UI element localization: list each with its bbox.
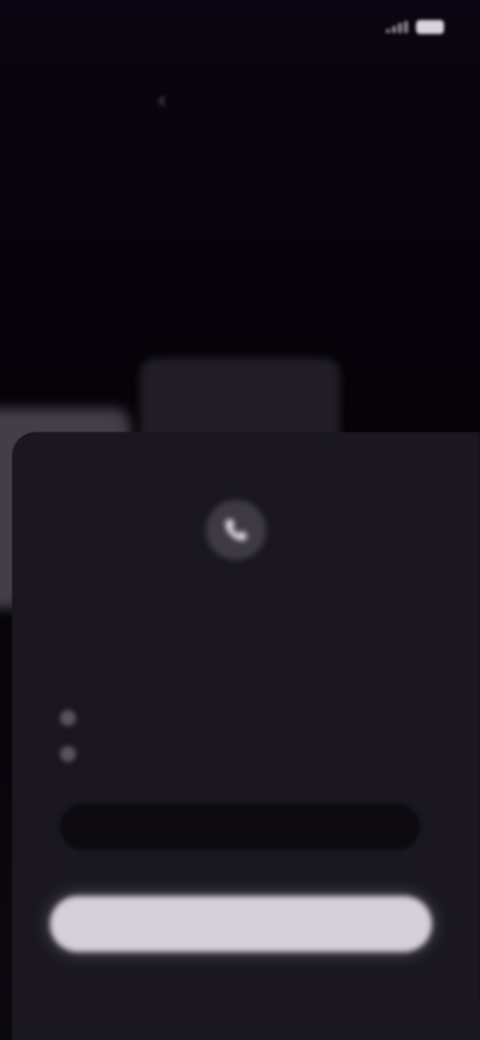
check-icon xyxy=(60,710,76,726)
battery-icon xyxy=(416,20,444,34)
back-button[interactable]: ‹ xyxy=(138,86,186,114)
phone-icon-glyph xyxy=(225,519,247,541)
check-icon xyxy=(60,746,76,762)
status-bar xyxy=(0,0,480,56)
primary-button[interactable] xyxy=(50,896,432,952)
screen: ‹ xyxy=(0,0,480,1040)
status-icons xyxy=(386,20,444,34)
feature-list xyxy=(60,700,420,772)
secondary-button[interactable] xyxy=(60,804,420,850)
feature-item xyxy=(60,700,420,736)
signal-icon xyxy=(386,21,408,33)
feature-item xyxy=(60,736,420,772)
phone-icon xyxy=(206,500,266,560)
